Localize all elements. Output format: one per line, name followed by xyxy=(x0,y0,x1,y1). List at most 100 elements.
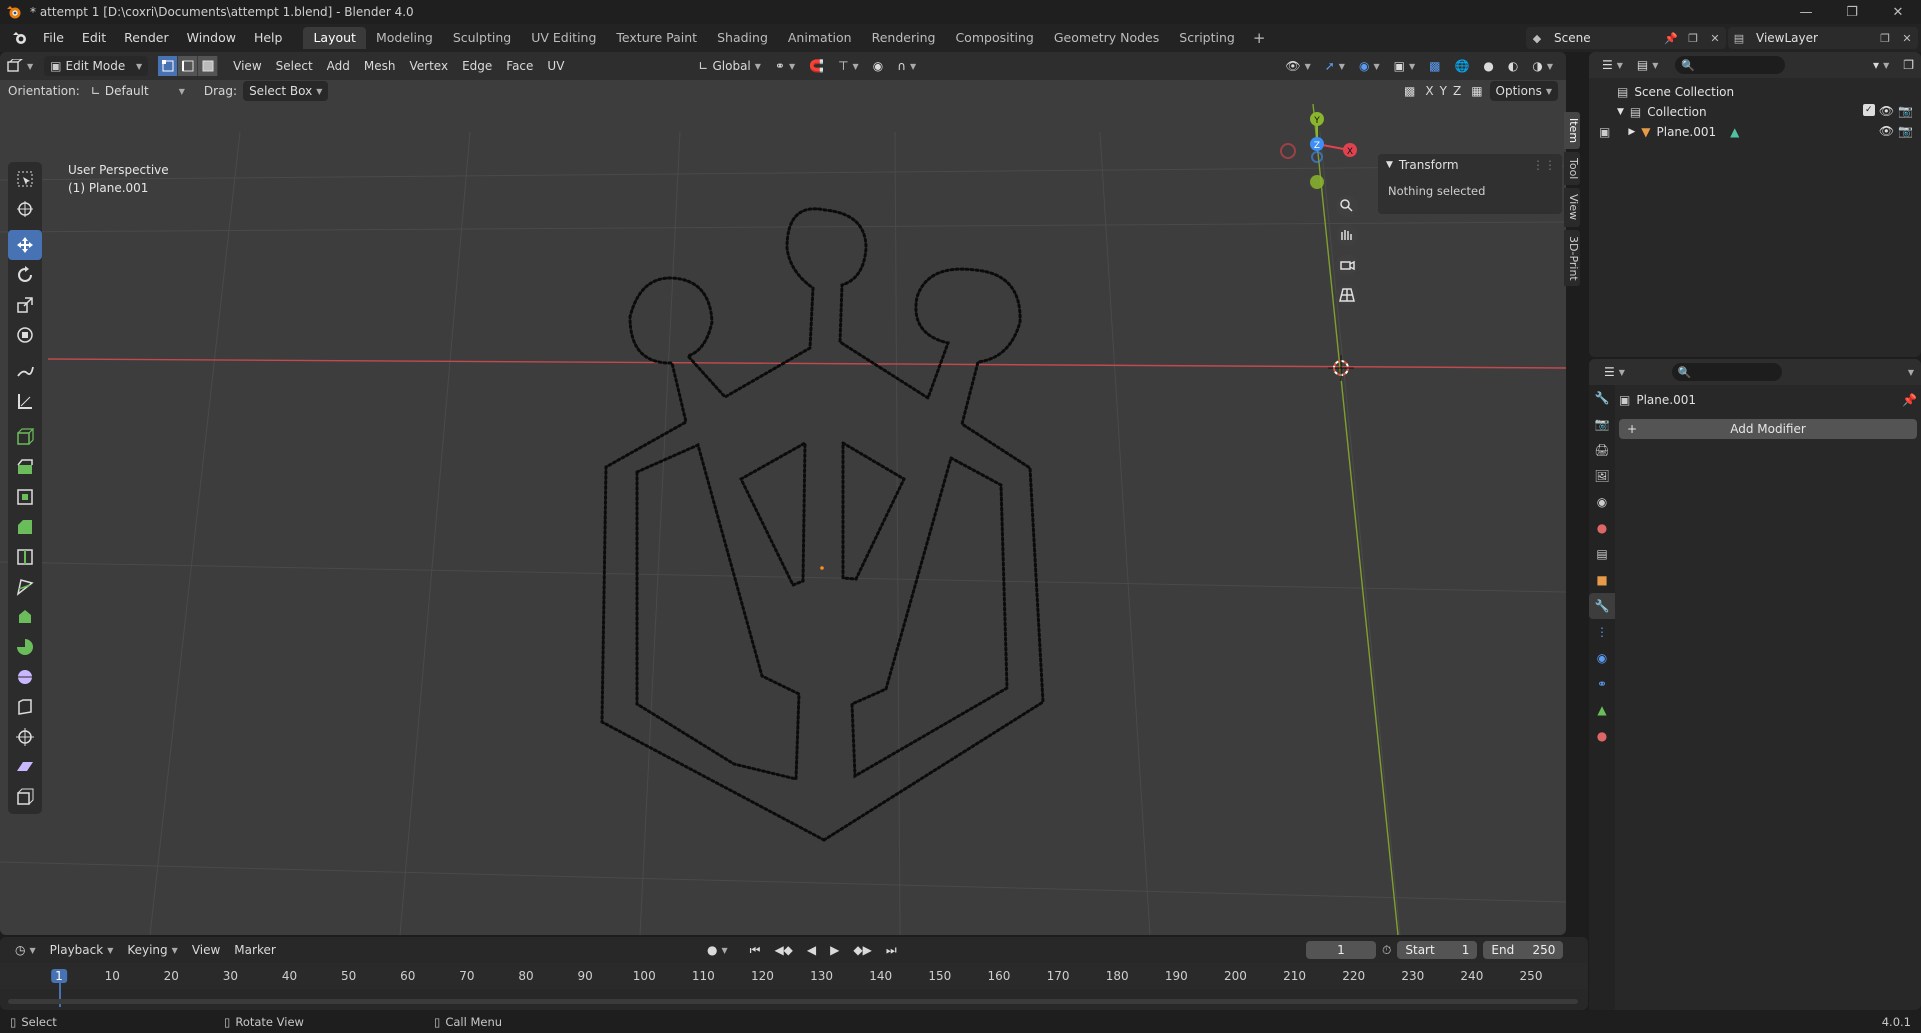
new-scene-icon[interactable]: ❐ xyxy=(1685,30,1701,46)
gizmo-neg-z-icon[interactable] xyxy=(1311,151,1323,163)
navigation-gizmo[interactable]: Y Z X xyxy=(1280,112,1357,189)
menu-edit[interactable]: Edit xyxy=(73,27,115,49)
loop-cut-tool-icon[interactable] xyxy=(8,542,42,572)
mesh-overlays-icon[interactable]: ▣ ▼ xyxy=(1387,56,1423,76)
new-view-layer-icon[interactable]: ❐ xyxy=(1877,30,1893,46)
menu-mesh[interactable]: Mesh xyxy=(357,56,403,76)
vertex-select-icon[interactable] xyxy=(158,56,179,76)
end-frame-field[interactable]: End 250 xyxy=(1483,941,1564,959)
modifier-icon[interactable]: 🔧 xyxy=(1589,593,1615,619)
measure-tool-icon[interactable] xyxy=(8,386,42,416)
rip-region-tool-icon[interactable] xyxy=(8,782,42,812)
pan-hand-icon[interactable] xyxy=(1336,224,1358,246)
world-icon[interactable]: ● xyxy=(1589,515,1615,541)
menu-vertex[interactable]: Vertex xyxy=(403,56,456,76)
transform-panel-header[interactable]: ▼ Transform ⋮⋮ xyxy=(1378,154,1562,176)
mirror-z-toggle[interactable]: Z xyxy=(1450,81,1464,101)
scene-name[interactable]: Scene xyxy=(1554,31,1660,45)
tab-texture-paint[interactable]: Texture Paint xyxy=(606,27,707,49)
move-tool-icon[interactable] xyxy=(8,230,42,260)
wireframe-shading-icon[interactable]: 🌐 xyxy=(1447,56,1476,76)
properties-editor-type-icon[interactable]: ☰ ▼ xyxy=(1597,362,1632,382)
menu-render[interactable]: Render xyxy=(115,27,178,49)
menu-view[interactable]: View xyxy=(226,56,268,76)
bevel-tool-icon[interactable] xyxy=(8,512,42,542)
new-collection-icon[interactable]: ❐ xyxy=(1896,55,1921,75)
3d-viewport[interactable]: Y Z X ▼ ▣ Edit Mode ▼ View Select Add Me… xyxy=(0,52,1566,935)
tab-layout[interactable]: Layout xyxy=(303,27,366,49)
exclude-checkbox-icon[interactable]: ✓ xyxy=(1862,104,1875,116)
visibility-eye-icon[interactable]: 👁 xyxy=(1879,104,1894,118)
scale-tool-icon[interactable] xyxy=(8,290,42,320)
collection-icon[interactable]: ▤ xyxy=(1589,541,1615,567)
particles-icon[interactable]: ⋮ xyxy=(1589,619,1615,645)
editor-type-button[interactable]: ▼ xyxy=(0,56,40,76)
outliner-row-collection[interactable]: ▼ ▤ Collection ✓ 👁 📷 xyxy=(1589,102,1921,122)
menu-help[interactable]: Help xyxy=(245,27,292,49)
zoom-icon[interactable] xyxy=(1336,195,1358,217)
tab-compositing[interactable]: Compositing xyxy=(945,27,1043,49)
tab-view[interactable]: View xyxy=(1564,188,1580,227)
drag-dropdown[interactable]: Select Box ▼ xyxy=(243,81,329,101)
render-icon[interactable]: 📷 xyxy=(1589,411,1615,437)
menu-face[interactable]: Face xyxy=(499,56,540,76)
transform-tool-icon[interactable] xyxy=(8,320,42,350)
spin-tool-icon[interactable] xyxy=(8,632,42,662)
remove-view-layer-icon[interactable]: ✕ xyxy=(1899,30,1915,46)
output-icon[interactable]: 🖨 xyxy=(1589,437,1615,463)
timeline-editor-type-icon[interactable]: ◷ ▼ xyxy=(8,940,43,960)
add-modifier-button[interactable]: + Add Modifier xyxy=(1619,419,1917,439)
menu-edge[interactable]: Edge xyxy=(455,56,499,76)
close-icon[interactable]: ✕ xyxy=(1875,0,1921,24)
pin-icon[interactable]: 📌 xyxy=(1902,393,1917,407)
expand-arrow-icon[interactable]: ▶ xyxy=(1628,127,1635,137)
smooth-tool-icon[interactable] xyxy=(8,662,42,692)
menu-add[interactable]: Add xyxy=(320,56,357,76)
menu-keying[interactable]: Keying ▼ xyxy=(120,940,184,960)
face-select-icon[interactable] xyxy=(198,56,219,76)
poly-build-tool-icon[interactable] xyxy=(8,602,42,632)
menu-select[interactable]: Select xyxy=(269,56,320,76)
mirror-icon[interactable]: ▩ xyxy=(1397,81,1422,101)
data-icon[interactable]: ▲ xyxy=(1589,697,1615,723)
view-layer-icon[interactable]: 🖼 xyxy=(1589,463,1615,489)
cursor-tool-icon[interactable] xyxy=(8,194,42,224)
view-layer-name[interactable]: ViewLayer xyxy=(1756,31,1874,45)
pivot-point-icon[interactable]: ⚭ ▼ xyxy=(768,56,802,76)
annotate-tool-icon[interactable] xyxy=(8,356,42,386)
tab-geometry-nodes[interactable]: Geometry Nodes xyxy=(1044,27,1169,49)
shear-tool-icon[interactable] xyxy=(8,752,42,782)
options-dropdown[interactable]: Options ▼ xyxy=(1489,81,1558,101)
current-frame-field[interactable]: 1 xyxy=(1306,941,1376,959)
menu-window[interactable]: Window xyxy=(178,27,245,49)
frame-ruler[interactable]: 1 10 20 30 40 50 60 70 80 90 100 110 120 130 140 150 160… xyxy=(0,963,1588,1007)
scene-selector[interactable]: ◆ Scene 📌 ❐ ✕ xyxy=(1526,27,1726,49)
pin-icon[interactable]: 📌 xyxy=(1663,30,1679,46)
mesh-data-mode-icon[interactable]: ▣ xyxy=(1599,125,1610,139)
view-layer-selector[interactable]: ▤ ViewLayer ❐ ✕ xyxy=(1728,27,1918,49)
xray-toggle-icon[interactable]: ▩ xyxy=(1422,56,1447,76)
select-box-tool-icon[interactable] xyxy=(8,164,42,194)
prev-keyframe-icon[interactable]: ◀◆ xyxy=(767,940,799,960)
mesh-data-icon[interactable]: ▲ xyxy=(1730,125,1739,139)
menu-file[interactable]: File xyxy=(34,27,73,49)
tab-3d-print[interactable]: 3D-Print xyxy=(1564,229,1580,287)
edge-select-icon[interactable] xyxy=(178,56,199,76)
snap-target-icon[interactable]: ⊤ ▼ xyxy=(831,56,866,76)
properties-options-icon[interactable]: ▼ xyxy=(1897,362,1921,382)
auto-merge-icon[interactable]: ▦ xyxy=(1464,81,1489,101)
jump-start-icon[interactable]: ⏮ xyxy=(743,940,768,960)
mirror-x-toggle[interactable]: X xyxy=(1422,81,1436,101)
maximize-icon[interactable]: ❐ xyxy=(1829,0,1875,24)
start-frame-field[interactable]: Start 1 xyxy=(1397,941,1478,959)
gizmo-neg-y-icon[interactable] xyxy=(1310,175,1324,189)
outliner-row-plane[interactable]: ▣ ▶ ▼ Plane.001 ▲ 👁 📷 xyxy=(1589,122,1921,142)
render-camera-icon[interactable]: 📷 xyxy=(1898,124,1913,138)
stopwatch-icon[interactable]: ⏱ xyxy=(1382,943,1391,958)
play-icon[interactable]: ▶ xyxy=(823,940,846,960)
viewport-canvas[interactable]: Y Z X xyxy=(0,52,1566,935)
play-reverse-icon[interactable]: ◀ xyxy=(800,940,823,960)
inset-tool-icon[interactable] xyxy=(8,482,42,512)
properties-search-input[interactable]: 🔍 xyxy=(1671,363,1782,381)
scene-icon[interactable]: ◉ xyxy=(1589,489,1615,515)
